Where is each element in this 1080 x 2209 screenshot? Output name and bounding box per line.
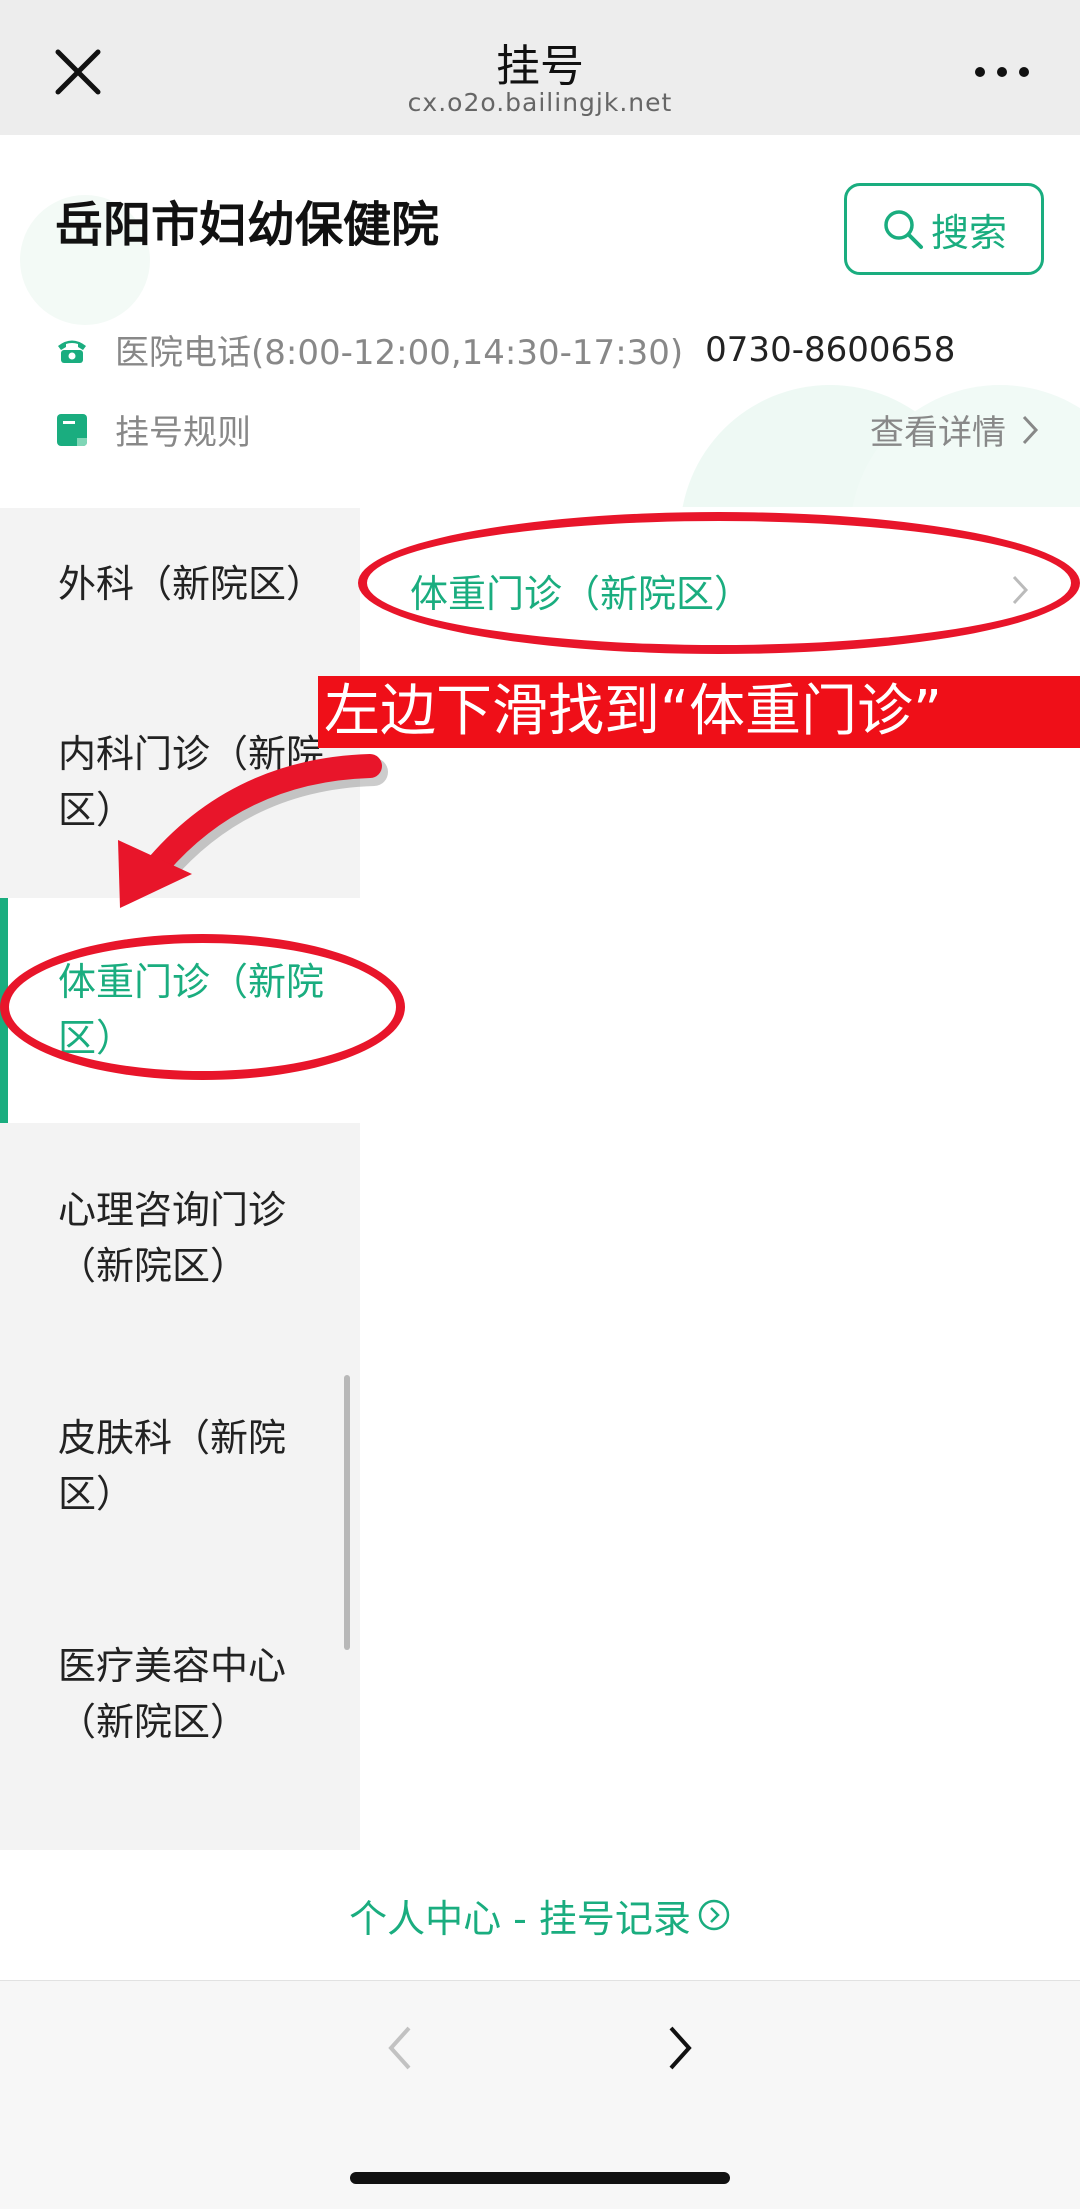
view-details-link[interactable]: 查看详情 <box>870 405 1040 454</box>
search-button[interactable]: 搜索 <box>844 183 1044 275</box>
search-label: 搜索 <box>930 210 1007 255</box>
chevron-right-icon <box>1022 415 1039 444</box>
circle-chevron-right-icon <box>698 1899 730 1931</box>
forward-icon[interactable] <box>665 2024 695 2072</box>
rules-label: 挂号规则 <box>115 413 251 453</box>
rules-book-icon <box>57 413 87 446</box>
more-icon[interactable] <box>972 62 1032 82</box>
sidebar-scrollbar[interactable] <box>344 1375 350 1650</box>
department-sidebar[interactable]: 外科（新院区） 内科门诊（新院区） 体重门诊（新院区） 心理咨询门诊（新院区） … <box>0 508 360 1850</box>
phone-icon <box>58 340 86 363</box>
hospital-name: 岳阳市妇幼保健院 <box>55 197 440 253</box>
annotation-ring-sidebar <box>0 934 405 1080</box>
page-url: cx.o2o.bailingjk.net <box>407 88 673 117</box>
hospital-header: 岳阳市妇幼保健院 搜索 医院电话(8:00-12:00,14:30-17:30)… <box>0 135 1080 507</box>
annotation-banner: 左边下滑找到“体重门诊” <box>318 676 1080 748</box>
sidebar-item-dermatology[interactable]: 皮肤科（新院区） <box>0 1410 360 1522</box>
search-icon <box>884 210 923 249</box>
sidebar-item-label: 医疗美容中心（新院区） <box>58 1644 287 1744</box>
details-label: 查看详情 <box>870 413 1006 453</box>
annotation-arrow-icon <box>118 754 388 908</box>
top-nav-bar: 挂号 cx.o2o.bailingjk.net <box>0 0 1080 135</box>
page-title: 挂号 <box>496 41 584 92</box>
annotation-ring-department <box>358 512 1080 654</box>
phone-number[interactable]: 0730-8600658 <box>705 330 955 370</box>
hospital-phone-row[interactable]: 医院电话(8:00-12:00,14:30-17:30) 0730-860065… <box>55 325 955 374</box>
home-indicator[interactable] <box>350 2172 730 2184</box>
sidebar-item-label: 心理咨询门诊（新院区） <box>58 1188 287 1288</box>
sidebar-item-label: 外科（新院区） <box>58 562 325 606</box>
sidebar-item-label: 皮肤科（新院区） <box>58 1416 287 1516</box>
sidebar-item-medical-cosmetology[interactable]: 医疗美容中心（新院区） <box>0 1638 360 1750</box>
phone-label: 医院电话(8:00-12:00,14:30-17:30) <box>115 333 684 373</box>
personal-center-registration-records-link[interactable]: 个人中心 - 挂号记录 <box>0 1850 1080 1980</box>
sidebar-item-surgery[interactable]: 外科（新院区） <box>0 556 360 612</box>
registration-rules-row[interactable]: 挂号规则 <box>55 405 251 454</box>
footer-link-label: 个人中心 - 挂号记录 <box>349 1896 691 1941</box>
sidebar-item-psychological-counseling[interactable]: 心理咨询门诊（新院区） <box>0 1182 360 1294</box>
back-icon[interactable] <box>385 2024 415 2072</box>
